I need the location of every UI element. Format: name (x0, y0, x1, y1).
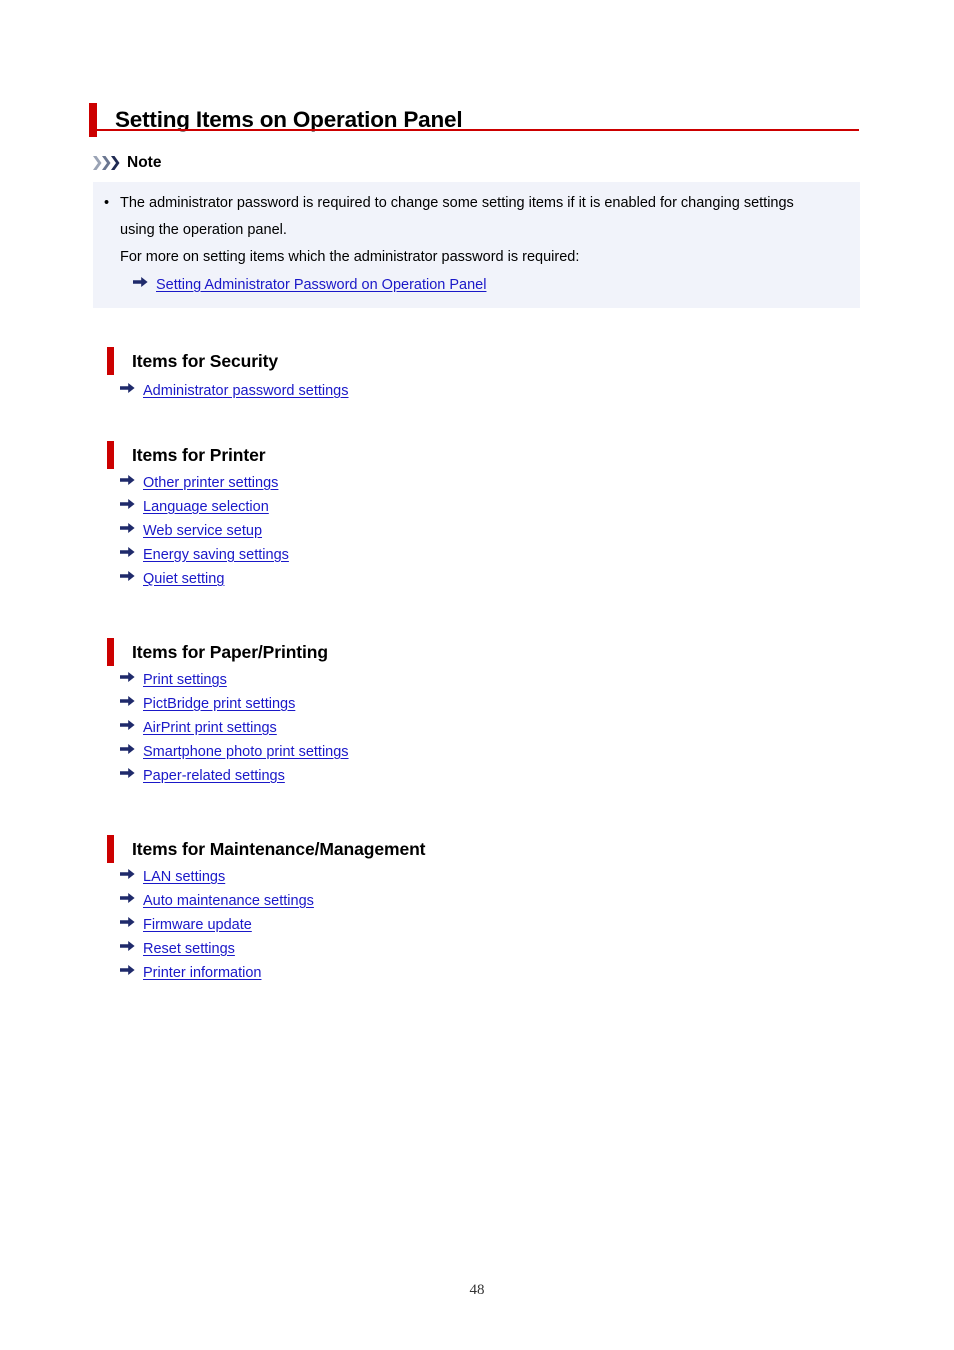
list-item[interactable]: Auto maintenance settings (120, 891, 314, 915)
link-language-selection[interactable]: Language selection (143, 497, 269, 517)
section-accent-bar (107, 441, 114, 470)
arrow-right-icon (120, 670, 135, 682)
list-item[interactable]: Paper-related settings (120, 766, 349, 790)
note-paragraph: For more on setting items which the admi… (120, 249, 580, 265)
arrow-right-icon (120, 915, 135, 927)
link-list-maintenance-management: LAN settings Auto maintenance settings F… (120, 867, 314, 987)
list-item[interactable]: Language selection (120, 497, 289, 521)
arrow-right-icon (120, 939, 135, 951)
link-list-security: Administrator password settings (120, 381, 349, 405)
link-setting-administrator-password[interactable]: Setting Administrator Password on Operat… (156, 275, 486, 295)
link-list-paper-printing: Print settings PictBridge print settings… (120, 670, 349, 790)
list-item[interactable]: PictBridge print settings (120, 694, 349, 718)
note-callout-box: • The administrator password is required… (93, 182, 860, 308)
link-energy-saving-settings[interactable]: Energy saving settings (143, 545, 289, 565)
arrow-right-icon (120, 545, 135, 557)
list-item[interactable]: Energy saving settings (120, 545, 289, 569)
note-bullet-item: • The administrator password is required… (104, 190, 824, 244)
document-page: Setting Items on Operation Panel Note • … (0, 0, 954, 1350)
title-divider (89, 129, 859, 131)
arrow-right-icon (120, 569, 135, 581)
link-print-settings[interactable]: Print settings (143, 670, 227, 690)
title-accent-bar (89, 103, 97, 138)
section-title: Items for Maintenance/Management (132, 838, 426, 859)
arrow-right-icon (120, 473, 135, 485)
note-heading: Note (93, 154, 161, 172)
arrow-right-icon (120, 766, 135, 778)
bullet-glyph: • (104, 195, 110, 211)
section-accent-bar (107, 638, 114, 667)
triple-chevron-icon (93, 154, 120, 172)
arrow-right-icon (120, 718, 135, 730)
page-title-block: Setting Items on Operation Panel (89, 92, 861, 148)
link-lan-settings[interactable]: LAN settings (143, 867, 225, 887)
link-reset-settings[interactable]: Reset settings (143, 939, 235, 959)
section-heading-security: Items for Security (107, 336, 278, 386)
link-firmware-update[interactable]: Firmware update (143, 915, 252, 935)
list-item[interactable]: Administrator password settings (120, 381, 349, 405)
note-link-row[interactable]: Setting Administrator Password on Operat… (133, 275, 486, 295)
page-number: 48 (469, 1282, 485, 1298)
arrow-right-icon (120, 521, 135, 533)
link-paper-related-settings[interactable]: Paper-related settings (143, 766, 285, 786)
list-item[interactable]: LAN settings (120, 867, 314, 891)
list-item[interactable]: Firmware update (120, 915, 314, 939)
note-label: Note (127, 154, 162, 171)
arrow-right-icon (120, 742, 135, 754)
link-list-printer: Other printer settings Language selectio… (120, 473, 289, 593)
link-airprint-print-settings[interactable]: AirPrint print settings (143, 718, 277, 738)
link-other-printer-settings[interactable]: Other printer settings (143, 473, 278, 493)
list-item[interactable]: Print settings (120, 670, 349, 694)
arrow-right-icon (120, 694, 135, 706)
list-item[interactable]: Web service setup (120, 521, 289, 545)
link-web-service-setup[interactable]: Web service setup (143, 521, 262, 541)
list-item[interactable]: Quiet setting (120, 569, 289, 593)
arrow-right-icon (120, 891, 135, 903)
link-auto-maintenance-settings[interactable]: Auto maintenance settings (143, 891, 314, 911)
arrow-right-icon (120, 381, 135, 393)
link-administrator-password-settings[interactable]: Administrator password settings (143, 381, 349, 401)
arrow-right-icon (120, 497, 135, 509)
arrow-right-icon (133, 275, 148, 287)
link-quiet-setting[interactable]: Quiet setting (143, 569, 224, 589)
section-title: Items for Security (132, 350, 279, 371)
section-accent-bar (107, 347, 114, 376)
arrow-right-icon (120, 867, 135, 879)
link-pictbridge-print-settings[interactable]: PictBridge print settings (143, 694, 295, 714)
arrow-right-icon (120, 963, 135, 975)
list-item[interactable]: Smartphone photo print settings (120, 742, 349, 766)
link-smartphone-photo-print-settings[interactable]: Smartphone photo print settings (143, 742, 349, 762)
section-accent-bar (107, 835, 114, 864)
section-title: Items for Printer (132, 444, 266, 465)
list-item[interactable]: AirPrint print settings (120, 718, 349, 742)
note-bullet-text: The administrator password is required t… (120, 195, 794, 238)
list-item[interactable]: Other printer settings (120, 473, 289, 497)
section-title: Items for Paper/Printing (132, 641, 328, 662)
link-printer-information[interactable]: Printer information (143, 963, 261, 983)
list-item[interactable]: Reset settings (120, 939, 314, 963)
list-item[interactable]: Printer information (120, 963, 314, 987)
